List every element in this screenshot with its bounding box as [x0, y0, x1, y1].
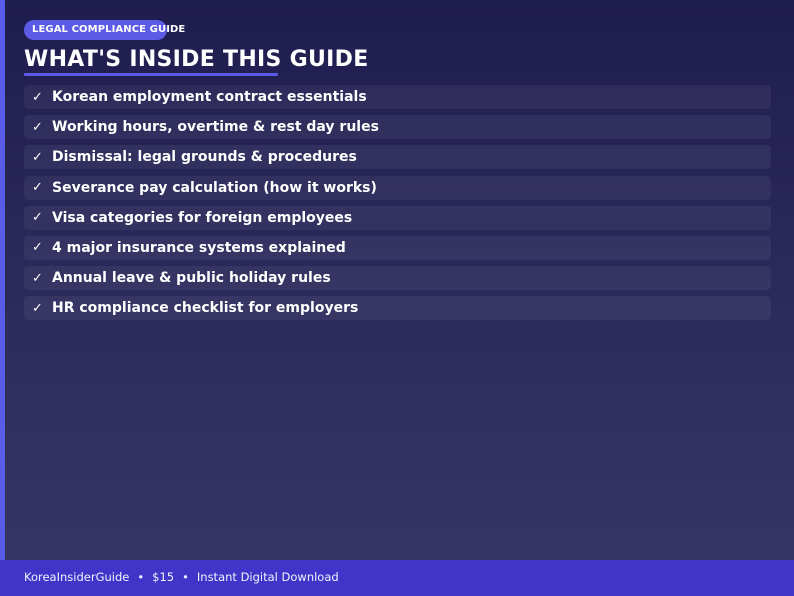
list-item-label: Visa categories for foreign employees	[52, 209, 353, 226]
list-item: ✓ Annual leave & public holiday rules	[24, 266, 771, 291]
checkmark-icon: ✓	[32, 210, 43, 226]
checkmark-icon: ✓	[32, 270, 43, 286]
page-title: WHAT'S INSIDE THIS GUIDE	[24, 47, 369, 72]
list-item: ✓ 4 major insurance systems explained	[24, 235, 771, 260]
list-item: ✓ Korean employment contract essentials	[24, 85, 771, 109]
contents-list: ✓ Korean employment contract essentials …	[24, 85, 771, 327]
price-label: $15	[152, 570, 175, 584]
checkmark-icon: ✓	[32, 180, 43, 196]
list-item: ✓ Dismissal: legal grounds & procedures	[24, 145, 771, 170]
list-item-label: Severance pay calculation (how it works)	[52, 179, 377, 196]
checkmark-icon: ✓	[32, 89, 43, 105]
list-item: ✓ Working hours, overtime & rest day rul…	[24, 115, 771, 140]
separator-dot: •	[182, 570, 189, 584]
list-item-label: Annual leave & public holiday rules	[52, 270, 331, 287]
left-accent-bar	[0, 0, 5, 560]
checkmark-icon: ✓	[32, 149, 43, 165]
list-item-label: 4 major insurance systems explained	[52, 239, 346, 256]
list-item: ✓ Visa categories for foreign employees	[24, 205, 771, 230]
checkmark-icon: ✓	[32, 119, 43, 135]
list-item-label: HR compliance checklist for employers	[52, 300, 359, 317]
separator-dot: •	[137, 570, 145, 584]
brand-name: KoreaInsiderGuide	[24, 570, 130, 584]
checkmark-icon: ✓	[32, 240, 43, 256]
list-item-label: Working hours, overtime & rest day rules	[52, 119, 379, 136]
category-badge: LEGAL COMPLIANCE GUIDE	[24, 20, 185, 40]
list-item: ✓ Severance pay calculation (how it work…	[24, 175, 771, 200]
delivery-label: Instant Digital Download	[196, 570, 339, 584]
list-item-label: Dismissal: legal grounds & procedures	[52, 149, 357, 166]
list-item-label: Korean employment contract essentials	[52, 89, 367, 105]
checkmark-icon: ✓	[32, 300, 43, 316]
list-item: ✓ HR compliance checklist for employers	[24, 296, 771, 321]
footer-bar: KoreaInsiderGuide • $15 • Instant Digital Do…	[0, 560, 794, 596]
title-underline	[24, 73, 278, 76]
